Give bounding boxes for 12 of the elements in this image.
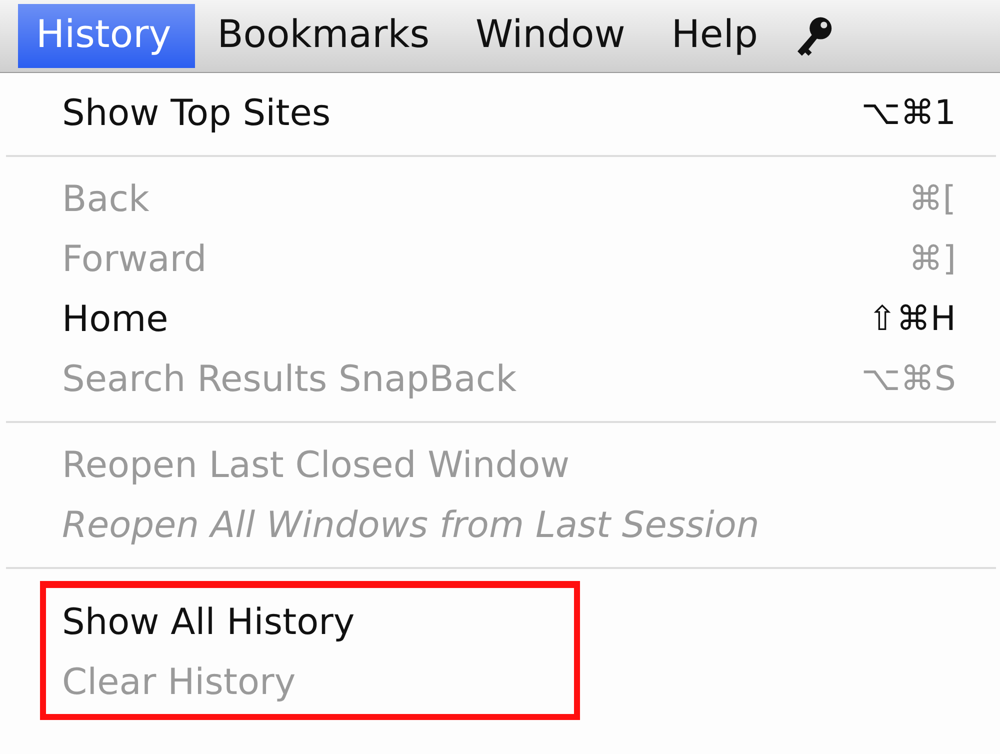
menu-item[interactable]: Show Top Sites ⌥⌘1 — [62, 83, 956, 143]
menu-title[interactable]: Help — [649, 4, 782, 68]
menu-item[interactable]: Home ⇧⌘H — [62, 289, 956, 349]
menu-title[interactable]: History — [18, 4, 196, 68]
keyboard-shortcut: ⌥⌘S — [861, 359, 956, 399]
keyboard-shortcut: ⌘[ — [908, 179, 956, 219]
menu-title[interactable]: Bookmarks — [195, 4, 454, 68]
keyboard-shortcut: ⌘] — [908, 239, 956, 279]
menu-title[interactable]: Window — [454, 4, 650, 68]
keyboard-shortcut: ⇧⌘H — [868, 299, 956, 339]
keyboard-shortcut: ⌥⌘1 — [861, 93, 956, 133]
menu-item[interactable]: Show All History — [62, 592, 574, 652]
